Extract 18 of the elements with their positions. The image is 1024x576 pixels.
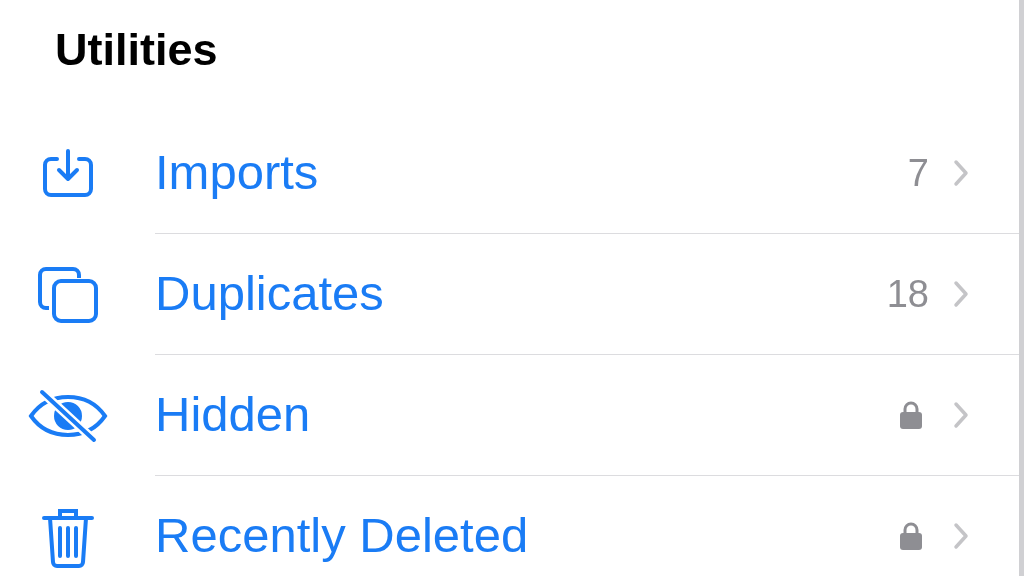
import-icon <box>40 148 95 199</box>
list-row[interactable]: Recently Deleted <box>0 476 1019 576</box>
chevron-right-icon <box>953 401 969 429</box>
item-count: 18 <box>886 271 929 317</box>
list-row[interactable]: Duplicates 18 <box>0 234 1019 355</box>
chevron-right-icon <box>953 522 969 550</box>
list-row[interactable]: Hidden <box>0 355 1019 476</box>
section-title: Utilities <box>55 23 219 77</box>
row-label[interactable]: Imports <box>155 136 908 210</box>
chevron-right-icon <box>953 159 969 187</box>
item-count: 7 <box>907 150 929 196</box>
row-label[interactable]: Duplicates <box>155 257 887 331</box>
row-label[interactable]: Hidden <box>155 378 899 452</box>
duplicate-icon <box>36 265 99 324</box>
row-label[interactable]: Recently Deleted <box>155 499 899 573</box>
hidden-eye-icon <box>27 388 108 443</box>
list-row[interactable]: Imports 7 <box>0 113 1019 234</box>
chevron-right-icon <box>953 280 969 308</box>
